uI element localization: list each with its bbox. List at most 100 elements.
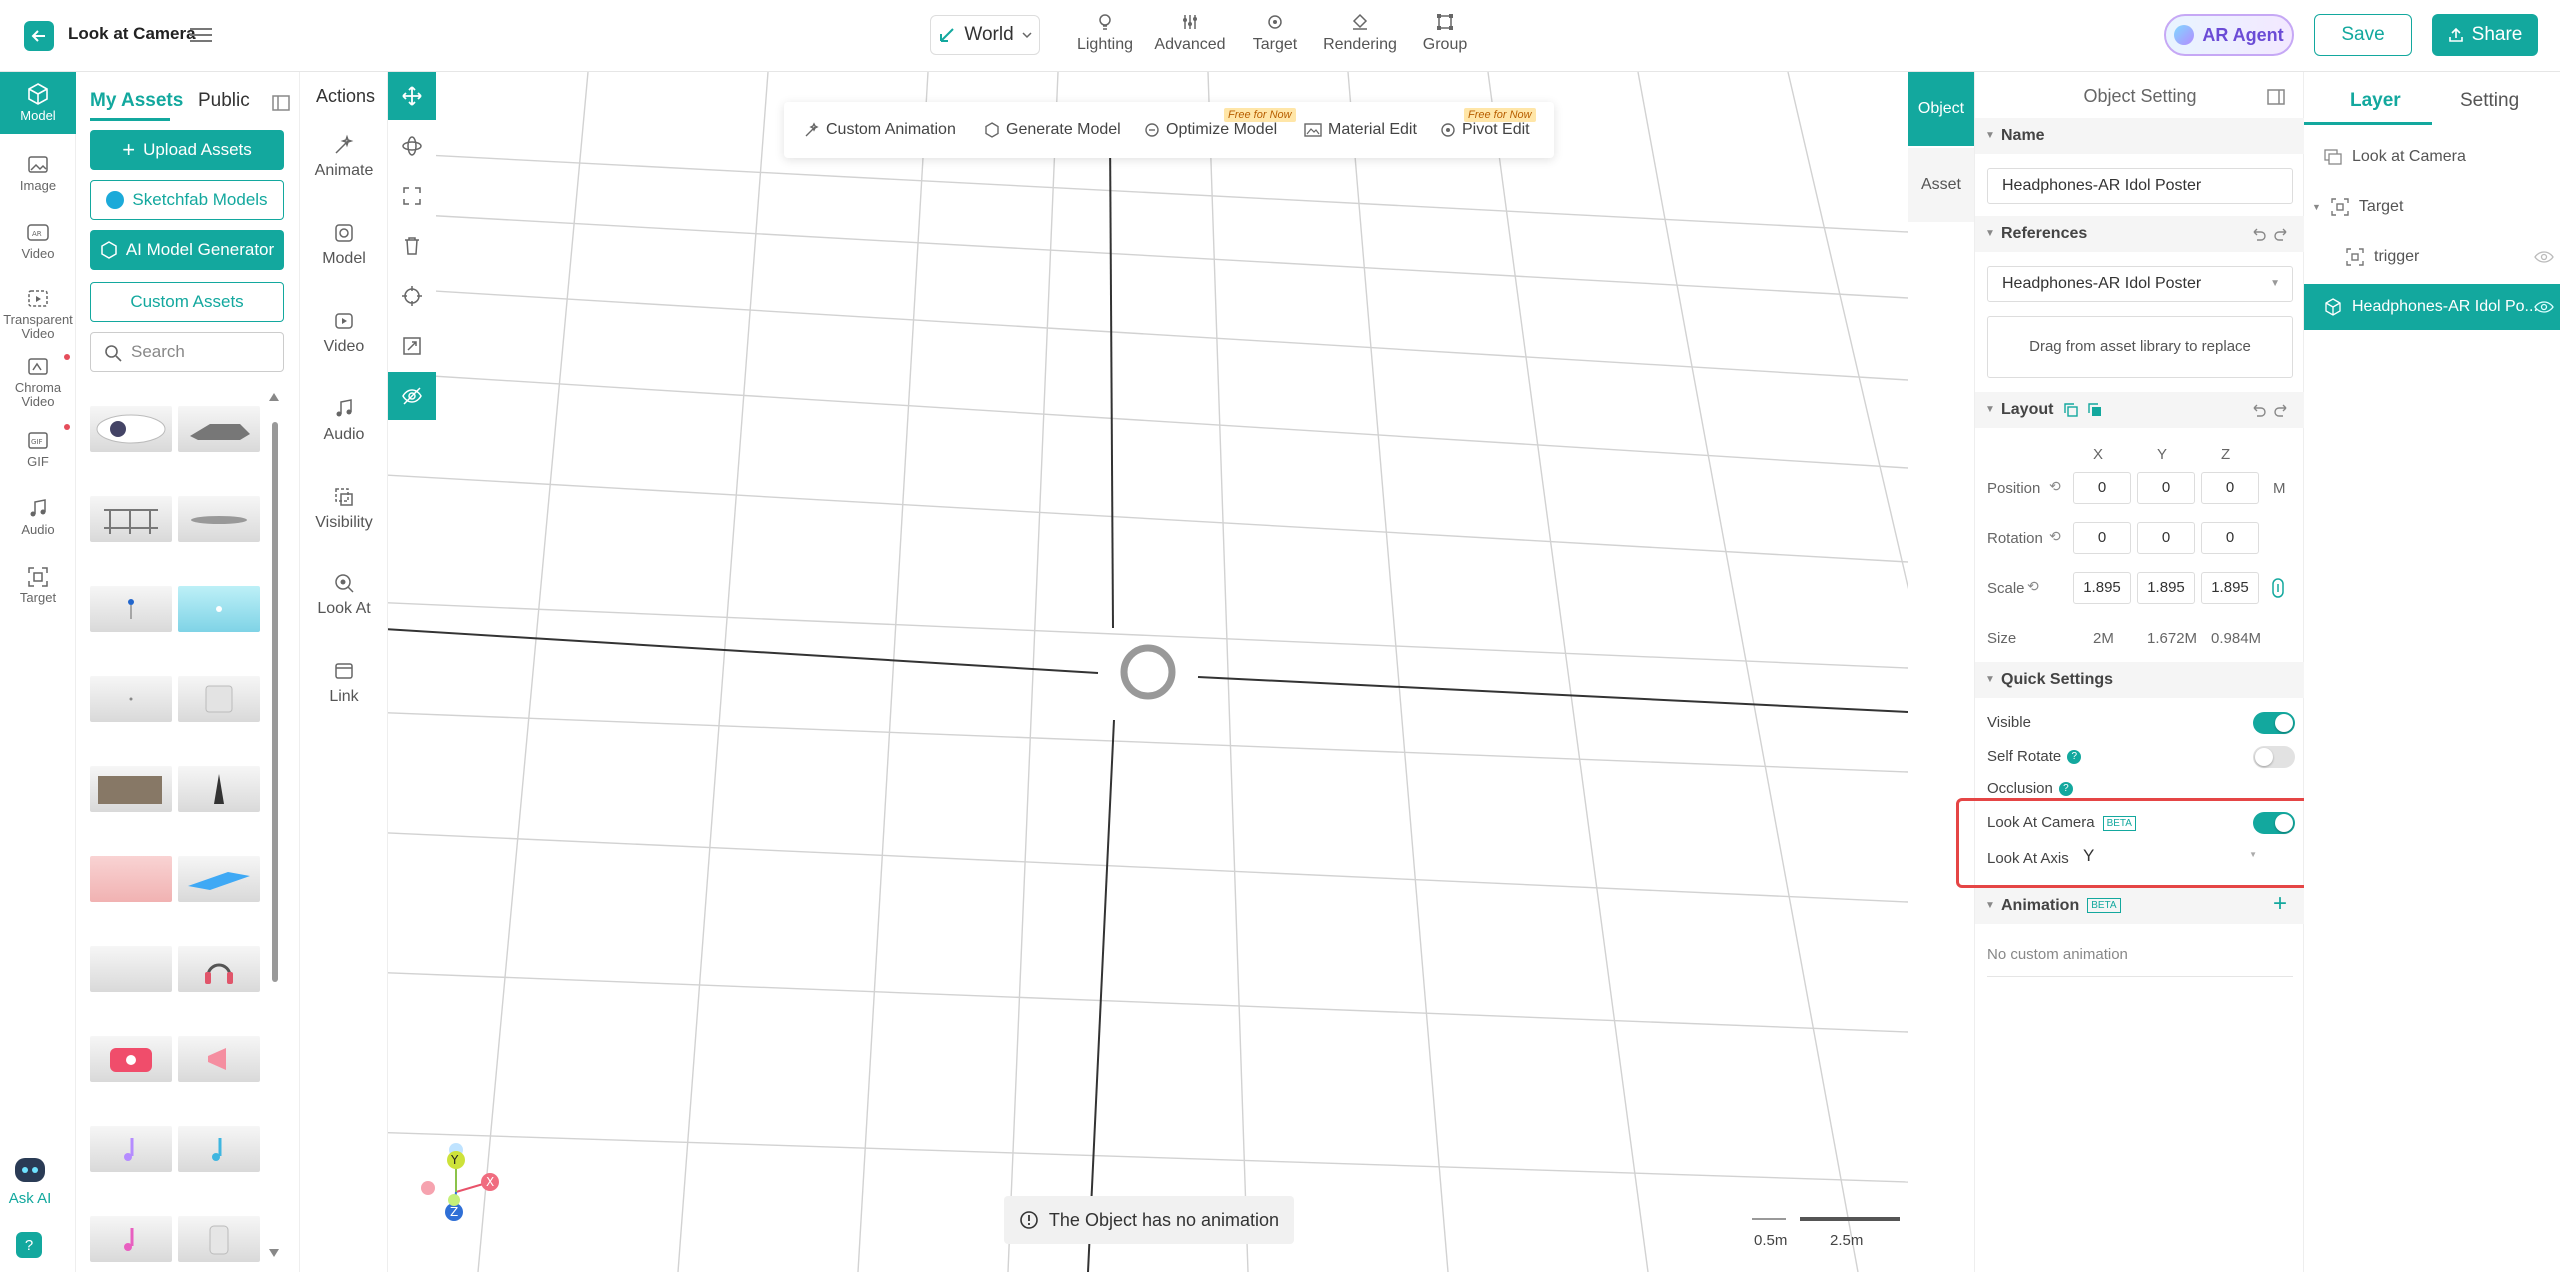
add-animation-icon[interactable]: + — [2273, 890, 2287, 918]
rail-item-image[interactable]: Image — [0, 154, 76, 193]
rail-item-transparent-video[interactable]: Transparent Video — [0, 288, 76, 341]
target-tool[interactable]: Target — [1230, 12, 1320, 54]
position-x-input[interactable]: 0 — [2073, 472, 2131, 504]
collapse-panel-icon[interactable] — [272, 94, 290, 112]
3d-viewport[interactable]: Custom Animation Generate Model Optimize… — [388, 72, 1908, 1272]
name-input[interactable]: Headphones-AR Idol Poster — [1987, 168, 2293, 204]
help-icon[interactable]: ? — [2067, 750, 2082, 765]
tab-setting[interactable]: Setting — [2460, 90, 2519, 112]
scroll-up-icon[interactable] — [268, 392, 280, 402]
rail-item-model[interactable]: Model — [0, 72, 76, 134]
eye-icon[interactable] — [2534, 250, 2554, 264]
rotation-z-input[interactable]: 0 — [2201, 522, 2259, 554]
advanced-tool[interactable]: Advanced — [1145, 12, 1235, 54]
custom-assets-button[interactable]: Custom Assets — [90, 282, 284, 322]
menu-icon[interactable] — [190, 24, 212, 46]
asset-thumb[interactable] — [178, 1216, 260, 1262]
collapse-panel-icon[interactable] — [2267, 88, 2285, 106]
redo-icon[interactable] — [2273, 226, 2289, 242]
asset-thumb[interactable] — [178, 946, 260, 992]
asset-thumb[interactable] — [90, 406, 172, 452]
action-look-at[interactable]: Look At — [300, 572, 388, 618]
asset-thumb[interactable] — [178, 406, 260, 452]
redo-icon[interactable] — [2273, 402, 2289, 418]
action-visibility[interactable]: Visibility — [300, 486, 388, 532]
ask-ai-button[interactable]: Ask AI — [0, 1152, 60, 1207]
delete-tool[interactable] — [388, 222, 436, 270]
asset-thumb[interactable] — [90, 496, 172, 542]
asset-thumb[interactable] — [90, 1036, 172, 1082]
scale-x-input[interactable]: 1.895 — [2073, 572, 2131, 604]
reset-icon[interactable]: ⟲ — [2049, 528, 2061, 545]
world-dropdown[interactable]: World — [930, 15, 1040, 55]
custom-animation-button[interactable]: Custom Animation — [804, 102, 956, 158]
move-tool[interactable] — [388, 72, 436, 120]
name-section-header[interactable]: ▼ Name — [1975, 118, 2305, 154]
help-icon[interactable]: ? — [2058, 782, 2073, 797]
rendering-tool[interactable]: Rendering — [1315, 12, 1405, 54]
asset-thumb[interactable] — [90, 1216, 172, 1262]
ai-model-generator-button[interactable]: AI Model Generator — [90, 230, 284, 270]
asset-thumb[interactable] — [178, 1036, 260, 1082]
scroll-down-icon[interactable] — [268, 1248, 280, 1258]
link-lock-icon[interactable] — [2271, 578, 2285, 598]
undo-icon[interactable] — [2251, 402, 2267, 418]
eye-icon[interactable] — [2534, 300, 2554, 314]
self-rotate-toggle[interactable] — [2253, 746, 2295, 768]
rotate-tool[interactable] — [388, 122, 436, 170]
tab-public[interactable]: Public — [198, 90, 250, 112]
scale-z-input[interactable]: 1.895 — [2201, 572, 2259, 604]
asset-thumb[interactable] — [90, 676, 172, 722]
rail-item-video[interactable]: AR Video — [0, 222, 76, 261]
copy-icon[interactable] — [2063, 402, 2079, 418]
reset-icon[interactable]: ⟲ — [2027, 578, 2039, 595]
axis-gizmo[interactable]: Y X Z — [418, 1142, 528, 1232]
asset-thumb[interactable] — [178, 676, 260, 722]
asset-thumb[interactable] — [90, 586, 172, 632]
object-pivot-ring[interactable] — [1120, 644, 1176, 700]
generate-model-button[interactable]: Generate Model — [984, 102, 1121, 158]
asset-thumb[interactable] — [178, 856, 260, 902]
quick-settings-header[interactable]: ▼ Quick Settings — [1975, 662, 2305, 698]
layer-row-headphones[interactable]: Headphones-AR Idol Po... — [2304, 284, 2560, 330]
rail-item-chroma-video[interactable]: Chroma Video — [0, 356, 76, 409]
rail-item-target[interactable]: Target — [0, 566, 76, 605]
action-animate[interactable]: Animate — [300, 134, 388, 180]
fit-tool[interactable] — [388, 322, 436, 370]
rotation-y-input[interactable]: 0 — [2137, 522, 2195, 554]
reset-icon[interactable]: ⟲ — [2049, 478, 2061, 495]
ar-agent-button[interactable]: AR Agent — [2164, 14, 2294, 56]
asset-thumb[interactable] — [90, 766, 172, 812]
drop-zone[interactable]: Drag from asset library to replace — [1987, 316, 2293, 378]
asset-thumb[interactable] — [178, 1126, 260, 1172]
visible-toggle[interactable] — [2253, 712, 2295, 734]
animation-section-header[interactable]: ▼ Animation BETA — [1975, 888, 2305, 924]
rail-item-audio[interactable]: Audio — [0, 498, 76, 537]
lighting-tool[interactable]: Lighting — [1060, 12, 1150, 54]
focus-tool[interactable] — [388, 272, 436, 320]
save-button[interactable]: Save — [2314, 14, 2412, 56]
tab-layer[interactable]: Layer — [2350, 90, 2401, 112]
back-button[interactable] — [24, 21, 54, 51]
asset-thumb[interactable] — [178, 766, 260, 812]
asset-thumb[interactable] — [90, 1126, 172, 1172]
rail-item-gif[interactable]: GIF GIF — [0, 430, 76, 469]
rotation-x-input[interactable]: 0 — [2073, 522, 2131, 554]
undo-icon[interactable] — [2251, 226, 2267, 242]
scale-tool[interactable] — [388, 172, 436, 220]
asset-thumb[interactable] — [178, 496, 260, 542]
action-model[interactable]: Model — [300, 222, 388, 268]
group-tool[interactable]: Group — [1400, 12, 1490, 54]
asset-thumb[interactable] — [90, 856, 172, 902]
asset-thumb[interactable] — [90, 946, 172, 992]
position-y-input[interactable]: 0 — [2137, 472, 2195, 504]
tab-object[interactable]: Object — [1908, 72, 1974, 146]
asset-thumb[interactable] — [178, 586, 260, 632]
layer-row-target[interactable]: ▼ Target — [2304, 184, 2560, 230]
upload-assets-button[interactable]: + Upload Assets — [90, 130, 284, 170]
paste-icon[interactable] — [2087, 402, 2103, 418]
scale-y-input[interactable]: 1.895 — [2137, 572, 2195, 604]
layer-row-trigger[interactable]: trigger — [2304, 234, 2560, 280]
reference-select[interactable]: Headphones-AR Idol Poster ▼ — [1987, 266, 2293, 302]
action-audio[interactable]: Audio — [300, 398, 388, 444]
